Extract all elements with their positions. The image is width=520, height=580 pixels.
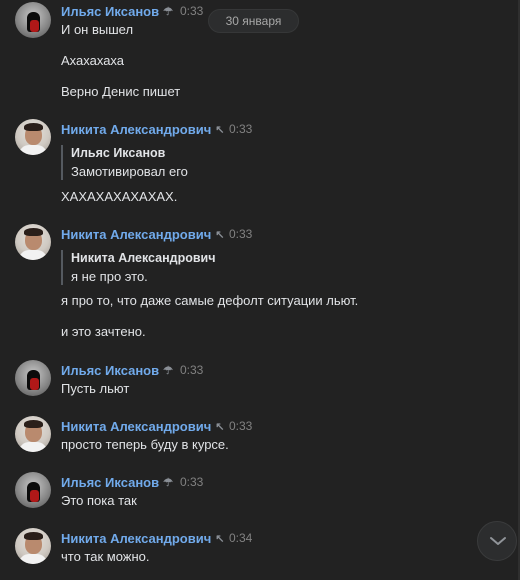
author-name[interactable]: Никита Александрович ↖: [61, 227, 224, 242]
date-separator: 30 января: [208, 9, 299, 33]
message-text: Это пока так: [61, 493, 137, 508]
avatar[interactable]: [15, 119, 51, 155]
message-time[interactable]: 0:33: [229, 122, 252, 136]
reply-quote[interactable]: Никита Александрович я не про это.: [61, 250, 215, 285]
status-icon: ↖: [215, 124, 225, 136]
status-icon: ↖: [215, 229, 225, 241]
message-time[interactable]: 0:33: [180, 475, 203, 489]
status-icon: ☂: [163, 6, 173, 18]
author-name[interactable]: Никита Александрович ↖: [61, 122, 224, 137]
message-time[interactable]: 0:33: [229, 419, 252, 433]
avatar[interactable]: [15, 528, 51, 564]
message-text: И он вышел: [61, 22, 134, 37]
avatar[interactable]: [15, 360, 51, 396]
author-name[interactable]: Никита Александрович ↖: [61, 419, 224, 434]
message-text: ХАХАХАХАХАХАХ.: [61, 189, 178, 204]
avatar[interactable]: [15, 416, 51, 452]
author-name[interactable]: Ильяс Иксанов ☂: [61, 475, 173, 490]
message-time[interactable]: 0:34: [229, 531, 252, 545]
message-text: Пусть льют: [61, 381, 130, 396]
message-text: и это зачтено.: [61, 324, 146, 339]
scroll-down-button[interactable]: [477, 521, 517, 561]
status-icon: ↖: [215, 533, 225, 545]
message-text: я про то, что даже самые дефолт ситуации…: [61, 293, 359, 308]
reply-quote[interactable]: Ильяс Иксанов Замотивировал его: [61, 145, 188, 180]
avatar[interactable]: [15, 2, 51, 38]
quote-text: я не про это.: [71, 269, 148, 284]
message-time[interactable]: 0:33: [180, 4, 203, 18]
message-text: Ахахахаха: [61, 53, 125, 68]
chevron-down-icon: [490, 537, 506, 545]
message-time[interactable]: 0:33: [180, 363, 203, 377]
message-time[interactable]: 0:33: [229, 227, 252, 241]
quote-author: Ильяс Иксанов: [71, 146, 166, 160]
author-name[interactable]: Ильяс Иксанов ☂: [61, 363, 173, 378]
status-icon: ☂: [163, 365, 173, 377]
message-text: что так можно.: [61, 549, 150, 564]
quote-author: Никита Александрович: [71, 251, 216, 265]
avatar[interactable]: [15, 472, 51, 508]
quote-text: Замотивировал его: [71, 164, 188, 179]
status-icon: ☂: [163, 477, 173, 489]
author-name[interactable]: Никита Александрович ↖: [61, 531, 224, 546]
message-text: просто теперь буду в курсе.: [61, 437, 229, 452]
author-name[interactable]: Ильяс Иксанов ☂: [61, 4, 173, 19]
message-text: Верно Денис пишет: [61, 84, 181, 99]
status-icon: ↖: [215, 421, 225, 433]
avatar[interactable]: [15, 224, 51, 260]
